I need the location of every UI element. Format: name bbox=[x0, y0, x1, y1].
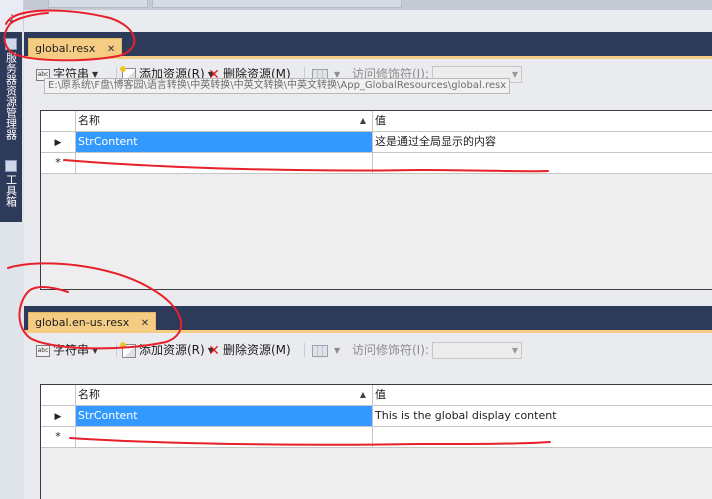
add-resource-button[interactable]: 添加资源(R) ▼ bbox=[120, 339, 214, 361]
new-row[interactable]: * bbox=[41, 427, 712, 448]
row-header[interactable]: * bbox=[41, 153, 76, 174]
column-header-name[interactable]: 名称 ▲ bbox=[76, 385, 373, 406]
left-strip-cap: ⇣ bbox=[0, 0, 24, 32]
access-modifier-label: 访问修饰符(I): bbox=[352, 343, 429, 357]
string-label: 字符串 bbox=[53, 343, 90, 357]
table-row[interactable]: ▶ StrContent This is the global display … bbox=[41, 406, 712, 427]
vtab-toolbox[interactable]: 工具箱 bbox=[3, 160, 19, 207]
document-tab-well: global.resx ✕ bbox=[24, 32, 712, 59]
delete-resource-label: 删除资源(M) bbox=[223, 343, 291, 357]
delete-resource-button[interactable]: ✕ 删除资源(M) bbox=[208, 339, 291, 361]
string-resources-dropdown[interactable]: abc 字符串 ▼ bbox=[36, 339, 98, 361]
string-resource-icon: abc bbox=[36, 344, 50, 357]
column-header-value[interactable]: 值 bbox=[373, 385, 712, 406]
vertical-tab-well: 服务器资源管理器 工具箱 bbox=[0, 32, 22, 222]
toolbar-divider bbox=[304, 343, 305, 357]
grid-header-row: 名称 ▲ 值 bbox=[41, 111, 712, 132]
toolbar-divider bbox=[116, 343, 117, 357]
new-value-cell[interactable] bbox=[373, 427, 712, 448]
file-path-tooltip: E:\原系统\F盘\博客园\语言转换\中英转换\中英文转换\中英文转换\App_… bbox=[44, 78, 511, 94]
resource-toolbar: abc 字符串 ▼ 添加资源(R) ▼ ✕ 删除资源(M) ▼ 访问修饰符(I): ▼ bbox=[34, 339, 710, 361]
column-header-value[interactable]: 值 bbox=[373, 111, 712, 132]
resource-grid: 名称 ▲ 值 ▶ StrContent This is the global d… bbox=[40, 384, 712, 499]
pin-icon[interactable]: ⇣ bbox=[5, 12, 19, 26]
document-tab-well: global.en-us.resx ✕ bbox=[24, 306, 712, 333]
column-header-name-label: 名称 bbox=[78, 114, 100, 127]
new-row[interactable]: * bbox=[41, 153, 712, 174]
add-resource-icon bbox=[120, 341, 136, 358]
add-resource-label: 添加资源(R) bbox=[139, 343, 205, 357]
row-header[interactable]: * bbox=[41, 427, 76, 448]
column-header-name[interactable]: 名称 ▲ bbox=[76, 111, 373, 132]
access-modifier-select[interactable]: ▼ bbox=[432, 342, 522, 359]
active-tab-underline bbox=[24, 330, 712, 333]
row-header-corner[interactable] bbox=[41, 111, 76, 132]
new-row-icon: * bbox=[55, 156, 61, 169]
resource-value-cell[interactable]: This is the global display content bbox=[373, 406, 712, 427]
title-strip-tab[interactable] bbox=[152, 0, 402, 8]
chevron-down-icon: ▼ bbox=[92, 345, 99, 355]
column-header-value-label: 值 bbox=[375, 388, 386, 401]
delete-x-icon: ✕ bbox=[208, 342, 220, 359]
title-strip bbox=[24, 0, 712, 10]
new-row-icon: * bbox=[55, 430, 61, 443]
current-row-icon: ▶ bbox=[54, 412, 62, 422]
resource-value-cell[interactable]: 这是通过全局显示的内容 bbox=[373, 132, 712, 153]
view-mode-button[interactable]: ▼ bbox=[312, 339, 340, 361]
grid-view-icon bbox=[312, 344, 328, 357]
current-row-icon: ▶ bbox=[54, 138, 62, 148]
new-name-cell[interactable] bbox=[76, 427, 373, 448]
sort-ascending-icon: ▲ bbox=[359, 390, 366, 399]
left-tool-strip: ⇣ 服务器资源管理器 工具箱 bbox=[0, 0, 24, 499]
table-row[interactable]: ▶ StrContent 这是通过全局显示的内容 bbox=[41, 132, 712, 153]
chevron-down-icon: ▼ bbox=[511, 346, 518, 355]
active-tab-underline bbox=[24, 56, 712, 59]
resx-editor-en-us: global.en-us.resx ✕ abc 字符串 ▼ 添加资源(R) ▼ ✕ 删除… bbox=[24, 306, 712, 499]
row-header[interactable]: ▶ bbox=[41, 406, 76, 427]
new-value-cell[interactable] bbox=[373, 153, 712, 174]
chevron-down-icon: ▼ bbox=[334, 345, 341, 355]
server-explorer-icon bbox=[5, 38, 17, 50]
toolbox-icon bbox=[5, 160, 17, 172]
column-header-name-label: 名称 bbox=[78, 388, 100, 401]
grid-header-row: 名称 ▲ 值 bbox=[41, 385, 712, 406]
new-name-cell[interactable] bbox=[76, 153, 373, 174]
vtab-server-explorer[interactable]: 服务器资源管理器 bbox=[3, 38, 19, 140]
chevron-down-icon: ▼ bbox=[511, 70, 518, 79]
sort-ascending-icon: ▲ bbox=[359, 116, 366, 125]
resource-grid: 名称 ▲ 值 ▶ StrContent 这是通过全局显示的内容 * bbox=[40, 110, 712, 290]
row-header[interactable]: ▶ bbox=[41, 132, 76, 153]
resx-editor-global: global.resx ✕ abc 字符串 ▼ 添加资源(R) ▼ ✕ 删除资源(M) … bbox=[24, 32, 712, 294]
vtab-server-explorer-label: 服务器资源管理器 bbox=[4, 52, 18, 140]
resource-name-cell[interactable]: StrContent bbox=[76, 406, 373, 427]
resource-name-cell[interactable]: StrContent bbox=[76, 132, 373, 153]
column-header-value-label: 值 bbox=[375, 114, 386, 127]
title-strip-tab[interactable] bbox=[48, 0, 148, 8]
vtab-toolbox-label: 工具箱 bbox=[4, 174, 18, 207]
row-header-corner[interactable] bbox=[41, 385, 76, 406]
